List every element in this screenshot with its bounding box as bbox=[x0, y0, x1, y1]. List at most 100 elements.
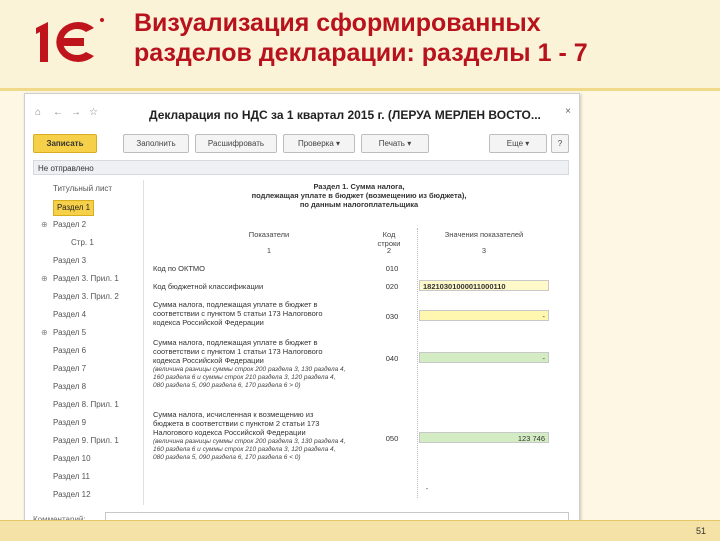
column-divider bbox=[417, 228, 418, 498]
nav-item[interactable]: ⊕ Раздел 5 bbox=[33, 324, 143, 342]
line-040-note: (величина разницы суммы строк 200 раздел… bbox=[153, 366, 345, 390]
nav-item-label: Раздел 7 bbox=[53, 364, 87, 373]
nav-item-label: Раздел 8. Прил. 1 bbox=[53, 400, 119, 409]
nav-item[interactable]: ⊕ Раздел 3. Прил. 1 bbox=[33, 270, 143, 288]
line-050-note-2: 160 раздела 6 и суммы строк 210 раздела … bbox=[153, 446, 336, 453]
slide-header: Визуализация сформированных разделов дек… bbox=[0, 0, 720, 91]
line-050-label-2: бюджета в соответствии с пунктом 2 стать… bbox=[153, 419, 320, 428]
line-050-note: (величина разницы суммы строк 200 раздел… bbox=[153, 438, 345, 462]
nav-item-label: Стр. 1 bbox=[71, 238, 94, 247]
chevron-down-icon: ▾ bbox=[336, 139, 341, 148]
declaration-window: ⌂ ← → ☆ Декларация по НДС за 1 квартал 2… bbox=[24, 93, 580, 535]
nav-item[interactable]: Раздел 12 bbox=[33, 486, 143, 504]
nav-item[interactable]: Раздел 8 bbox=[33, 378, 143, 396]
favorite-star-icon[interactable]: ☆ bbox=[89, 108, 99, 118]
line-040-label: Сумма налога, подлежащая уплате в бюджет… bbox=[153, 338, 323, 365]
print-button[interactable]: Печать ▾ bbox=[361, 134, 429, 153]
nav-item[interactable]: Раздел 9. Прил. 1 bbox=[33, 432, 143, 450]
oktmo-code: 010 bbox=[385, 264, 399, 273]
nav-item[interactable]: Раздел 1 bbox=[33, 198, 143, 216]
line-030-code: 030 bbox=[385, 312, 399, 321]
nav-item-label: Раздел 9 bbox=[53, 418, 87, 427]
kbk-code: 020 bbox=[385, 282, 399, 291]
expand-icon[interactable]: ⊕ bbox=[41, 324, 48, 342]
line-040-note-3: 080 раздела 5, 090 раздела 6, 170 раздел… bbox=[153, 382, 301, 389]
nav-item-label: Раздел 3. Прил. 2 bbox=[53, 292, 119, 301]
more-button-label: Еще bbox=[506, 139, 524, 148]
expand-button[interactable]: Расшифровать bbox=[195, 134, 277, 153]
nav-item[interactable]: Титульный лист bbox=[33, 180, 143, 198]
nav-item-label: Раздел 6 bbox=[53, 346, 87, 355]
sections-nav: Титульный лист Раздел 1 ⊕ Раздел 2 Стр. 1 Раз… bbox=[33, 180, 144, 505]
section-title-line-2: подлежащая уплате в бюджет (возмещению и… bbox=[251, 191, 467, 200]
nav-item-label: Раздел 8 bbox=[53, 382, 87, 391]
toolbar: Записать Заполнить Расшифровать Проверка… bbox=[33, 134, 571, 154]
nav-item[interactable]: Раздел 8. Прил. 1 bbox=[33, 396, 143, 414]
line-040-label-1: Сумма налога, подлежащая уплате в бюджет… bbox=[153, 338, 318, 347]
nav-item[interactable]: Раздел 7 bbox=[33, 360, 143, 378]
nav-item-label: Раздел 1 bbox=[53, 200, 95, 216]
nav-item-label: Раздел 2 bbox=[53, 220, 87, 229]
forward-arrow-icon[interactable]: → bbox=[71, 108, 81, 118]
chevron-down-icon: ▾ bbox=[525, 139, 530, 148]
line-050-note-3: 080 раздела 5, 090 раздела 6, 170 раздел… bbox=[153, 454, 301, 461]
home-icon[interactable]: ⌂ bbox=[35, 108, 45, 118]
close-icon[interactable]: × bbox=[565, 106, 571, 117]
expand-icon[interactable]: ⊕ bbox=[41, 270, 48, 288]
nav-item-label: Титульный лист bbox=[53, 184, 113, 193]
line-050-label: Сумма налога, исчисленная к возмещению и… bbox=[153, 410, 319, 437]
line-040-value-field[interactable]: - bbox=[419, 352, 549, 363]
section-title-line-3: по данным налогоплательщика bbox=[299, 200, 419, 209]
expand-icon[interactable]: ⊕ bbox=[41, 216, 48, 234]
column-header-code-line-1: Код bbox=[382, 230, 396, 239]
line-040-note-2: 160 раздела 6 и суммы строк 210 раздела … bbox=[153, 374, 336, 381]
column-header-indicator: Показатели bbox=[248, 230, 290, 239]
line-050-value-field[interactable]: 123 746 bbox=[419, 432, 549, 443]
nav-item[interactable]: Раздел 11 bbox=[33, 468, 143, 486]
fill-button[interactable]: Заполнить bbox=[123, 134, 189, 153]
section-title-line-1: Раздел 1. Сумма налога, bbox=[313, 182, 405, 191]
line-050-label-3: Налогового кодекса Российской Федерации bbox=[153, 428, 306, 437]
nav-item[interactable]: Раздел 9 bbox=[33, 414, 143, 432]
check-button[interactable]: Проверка ▾ bbox=[283, 134, 355, 153]
nav-item[interactable]: ⊕ Раздел 2 bbox=[33, 216, 143, 234]
kbk-label: Код бюджетной классификации bbox=[153, 282, 264, 291]
chevron-down-icon: ▾ bbox=[407, 139, 412, 148]
more-button[interactable]: Еще ▾ bbox=[489, 134, 547, 153]
nav-item[interactable]: Стр. 1 bbox=[33, 234, 143, 252]
nav-item-label: Раздел 4 bbox=[53, 310, 87, 319]
nav-item[interactable]: Раздел 3 bbox=[33, 252, 143, 270]
line-030-label-3: кодекса Российской Федерации bbox=[153, 318, 264, 327]
column-header-values: Значения показателей bbox=[444, 230, 524, 239]
nav-item[interactable]: Раздел 4 bbox=[33, 306, 143, 324]
slide-title-line-1: Визуализация сформированных bbox=[134, 9, 541, 37]
line-030-label-2: соответствии с пунктом 5 статьи 173 Нало… bbox=[153, 309, 323, 318]
nav-item-label: Раздел 12 bbox=[53, 490, 91, 499]
nav-item-label: Раздел 9. Прил. 1 bbox=[53, 436, 119, 445]
nav-item[interactable]: Раздел 3. Прил. 2 bbox=[33, 288, 143, 306]
line-040-note-1: (величина разницы суммы строк 200 раздел… bbox=[153, 366, 346, 373]
page-number: 51 bbox=[695, 526, 706, 536]
nav-item-label: Раздел 5 bbox=[53, 328, 87, 337]
window-nav-icons: ⌂ ← → ☆ bbox=[35, 108, 99, 118]
check-button-label: Проверка bbox=[297, 139, 334, 148]
line-030-value-field[interactable]: - bbox=[419, 310, 549, 321]
save-button[interactable]: Записать bbox=[33, 134, 97, 153]
nav-item[interactable]: Раздел 6 bbox=[33, 342, 143, 360]
line-040-code: 040 bbox=[385, 354, 399, 363]
nav-item-label: Раздел 10 bbox=[53, 454, 91, 463]
column-number-3: 3 bbox=[481, 246, 487, 255]
section-title: Раздел 1. Сумма налога, подлежащая уплат… bbox=[209, 182, 509, 209]
help-button[interactable]: ? bbox=[551, 134, 569, 153]
nav-item-label: Раздел 3 bbox=[53, 256, 87, 265]
window-title: Декларация по НДС за 1 квартал 2015 г. (… bbox=[149, 108, 541, 122]
kbk-value-field[interactable]: 18210301000011000110 bbox=[419, 280, 549, 291]
line-030-label: Сумма налога, подлежащая уплате в бюджет… bbox=[153, 300, 323, 327]
back-arrow-icon[interactable]: ← bbox=[53, 108, 63, 118]
nav-item[interactable]: Раздел 10 bbox=[33, 450, 143, 468]
slide-footer: 51 bbox=[0, 520, 720, 541]
line-030-label-1: Сумма налога, подлежащая уплате в бюджет… bbox=[153, 300, 318, 309]
status-bar: Не отправлено bbox=[33, 160, 569, 175]
line-050-note-1: (величина разницы суммы строк 200 раздел… bbox=[153, 438, 346, 445]
1c-logo-icon bbox=[26, 10, 110, 72]
